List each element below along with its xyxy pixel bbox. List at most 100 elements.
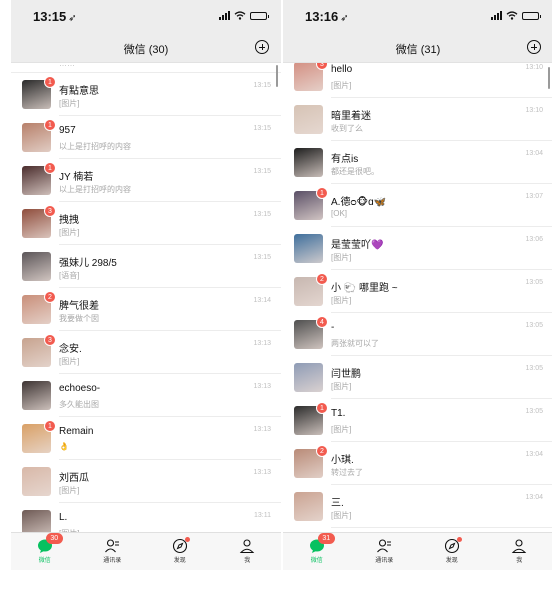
status-bar: 13:16 ➶	[283, 0, 552, 33]
chat-name: 是莹莹吖💜	[331, 240, 384, 251]
chat-row[interactable]: 3 念安. [图片] 13:13	[11, 331, 281, 374]
avatar[interactable]	[22, 381, 51, 410]
message-time: 13:15	[253, 168, 271, 175]
chat-name: 念安.	[59, 344, 82, 355]
message-time: 13:15	[253, 125, 271, 132]
message-preview: 收到了么	[331, 124, 363, 133]
chat-row[interactable]: L.[图片]13:11	[11, 503, 281, 532]
chat-row[interactable]: 是莹莹吖💜 [图片] 13:06	[283, 227, 552, 270]
message-preview: [图片]	[331, 296, 352, 305]
message-time: 13:04	[525, 150, 543, 157]
chat-name: 闫世鹏	[331, 369, 361, 380]
chat-row[interactable]: 三. [图片] 13:04	[283, 485, 552, 528]
message-time: 13:15	[253, 82, 271, 89]
unread-badge: 3	[44, 334, 56, 346]
page-title: 微信 (30)	[123, 44, 169, 56]
chat-row[interactable]: 1 JY 楠若 以上是打招呼的内容 13:15	[11, 159, 281, 202]
name-emoji: 💜	[371, 240, 384, 251]
chat-row[interactable]: 1 A.德ᴑ🐵ɑ🦋 [OK] 13:07	[283, 184, 552, 227]
nav-bar: 微信 (30)	[11, 33, 281, 63]
avatar[interactable]	[294, 234, 323, 263]
chat-row[interactable]: 1 T1. [图片] 13:05	[283, 399, 552, 442]
message-preview: [OK]	[331, 209, 348, 218]
chat-name: 刘西瓜	[59, 473, 89, 484]
partial-row: ……	[11, 63, 281, 73]
message-preview: [图片]	[331, 81, 352, 90]
location-arrow-icon: ➶	[340, 13, 349, 24]
add-plus-icon[interactable]	[255, 40, 269, 54]
chat-name: hello	[331, 64, 353, 75]
status-time: 13:16 ➶	[305, 9, 349, 24]
unread-badge: 2	[316, 273, 328, 285]
phone-right: 13:16 ➶ 微信 (31) 3 hello [图片] 13:10 暗里着迷 收到了么 13…	[283, 0, 552, 570]
avatar[interactable]	[294, 492, 323, 521]
chat-row[interactable]: 刘西瓜 [图片] 13:13	[11, 460, 281, 503]
chat-name: 拽拽	[59, 215, 79, 226]
wifi-icon	[506, 11, 518, 20]
avatar[interactable]	[22, 510, 51, 532]
screenshot-stage: 13:15 ➶ 微信 (30) …… 1 有點意思 [图片] 13:15 1 957 以上是打…	[0, 0, 552, 593]
chat-row[interactable]: 有点is 都还是很吧。 13:04	[283, 141, 552, 184]
tab-me[interactable]: 我	[214, 533, 282, 570]
chat-list[interactable]: 3 hello [图片] 13:10 暗里着迷 收到了么 13:10 有点is 都还是很吧。 13…	[283, 63, 552, 532]
discover-dot	[456, 537, 462, 542]
system-indicators	[491, 11, 541, 20]
message-time: 13:05	[525, 365, 543, 372]
battery-icon	[522, 11, 541, 20]
chat-row[interactable]: 1 957 以上是打招呼的内容 13:15	[11, 116, 281, 159]
tab-contacts[interactable]: 通讯录	[79, 533, 147, 570]
chat-row[interactable]: 暗里着迷 收到了么 13:10	[283, 98, 552, 141]
tab-contacts[interactable]: 通讯录	[351, 533, 419, 570]
message-preview: [图片]	[331, 382, 352, 391]
chat-name: 三.	[331, 498, 344, 509]
message-preview: [图片]	[59, 228, 80, 237]
message-time: 13:07	[525, 193, 543, 200]
chat-row[interactable]: 3 hello [图片] 13:10	[283, 63, 552, 98]
unread-badge: 2	[44, 291, 56, 303]
message-time: 13:10	[525, 107, 543, 114]
chat-row[interactable]: echoeso- 多久能出图 13:13	[11, 374, 281, 417]
tab-bar: 微信 30 通讯录 发现 我	[11, 532, 281, 570]
person-icon	[511, 539, 527, 554]
message-time: 13:11	[254, 512, 271, 519]
avatar[interactable]	[294, 148, 323, 177]
avatar[interactable]	[22, 252, 51, 281]
person-icon	[239, 539, 255, 554]
chat-row[interactable]: 1 Remain 👌 13:13	[11, 417, 281, 460]
chat-row[interactable]: 2小 🐑 哪里跑 ~ [图片] 13:05	[283, 270, 552, 313]
chat-name: Remain	[59, 426, 94, 437]
tab-discover[interactable]: 发现	[146, 533, 214, 570]
tab-bar: 微信 31 通讯录 发现 我	[283, 532, 552, 570]
tab-me[interactable]: 我	[486, 533, 552, 570]
contacts-icon	[105, 539, 120, 553]
unread-badge: 1	[44, 76, 56, 88]
message-preview: [图片]	[59, 486, 80, 495]
avatar[interactable]	[294, 105, 323, 134]
chat-list[interactable]: …… 1 有點意思 [图片] 13:15 1 957 以上是打招呼的内容 13:15 1 JY 楠…	[11, 63, 281, 532]
add-plus-icon[interactable]	[527, 40, 541, 54]
unread-badge: 3	[44, 205, 56, 217]
unread-badge: 4	[316, 316, 328, 328]
status-bar: 13:15 ➶	[11, 0, 281, 33]
chat-row[interactable]: 闫世鹏 [图片] 13:05	[283, 356, 552, 399]
tab-discover[interactable]: 发现	[418, 533, 486, 570]
tab-chats[interactable]: 微信 31	[283, 533, 351, 570]
message-preview: 以上是打招呼的内容	[59, 185, 131, 194]
chat-row[interactable]: 2 脾气很差 我要做个囡 13:14	[11, 288, 281, 331]
avatar[interactable]	[22, 467, 51, 496]
message-time: 13:13	[253, 383, 271, 390]
chat-name: 有点is	[331, 154, 359, 165]
tab-chats[interactable]: 微信 30	[11, 533, 79, 570]
chat-row[interactable]: 4- 两张就可以了 13:05	[283, 313, 552, 356]
message-preview: 转过去了	[331, 468, 363, 477]
unread-badge: 1	[316, 187, 328, 199]
chat-row[interactable]: 强妹儿 298/5 [语音] 13:15	[11, 245, 281, 288]
avatar[interactable]	[294, 363, 323, 392]
chat-row[interactable]: 2 小琪. 转过去了 13:04	[283, 442, 552, 485]
name-emoji: ᴑ🐵ɑ	[350, 197, 374, 208]
name-emoji: 🦋	[373, 197, 387, 208]
unread-badge: 2	[316, 445, 328, 457]
chat-row[interactable]: 3 拽拽 [图片] 13:15	[11, 202, 281, 245]
message-time: 13:13	[253, 340, 271, 347]
chat-row[interactable]: 1 有點意思 [图片] 13:15	[11, 73, 281, 116]
